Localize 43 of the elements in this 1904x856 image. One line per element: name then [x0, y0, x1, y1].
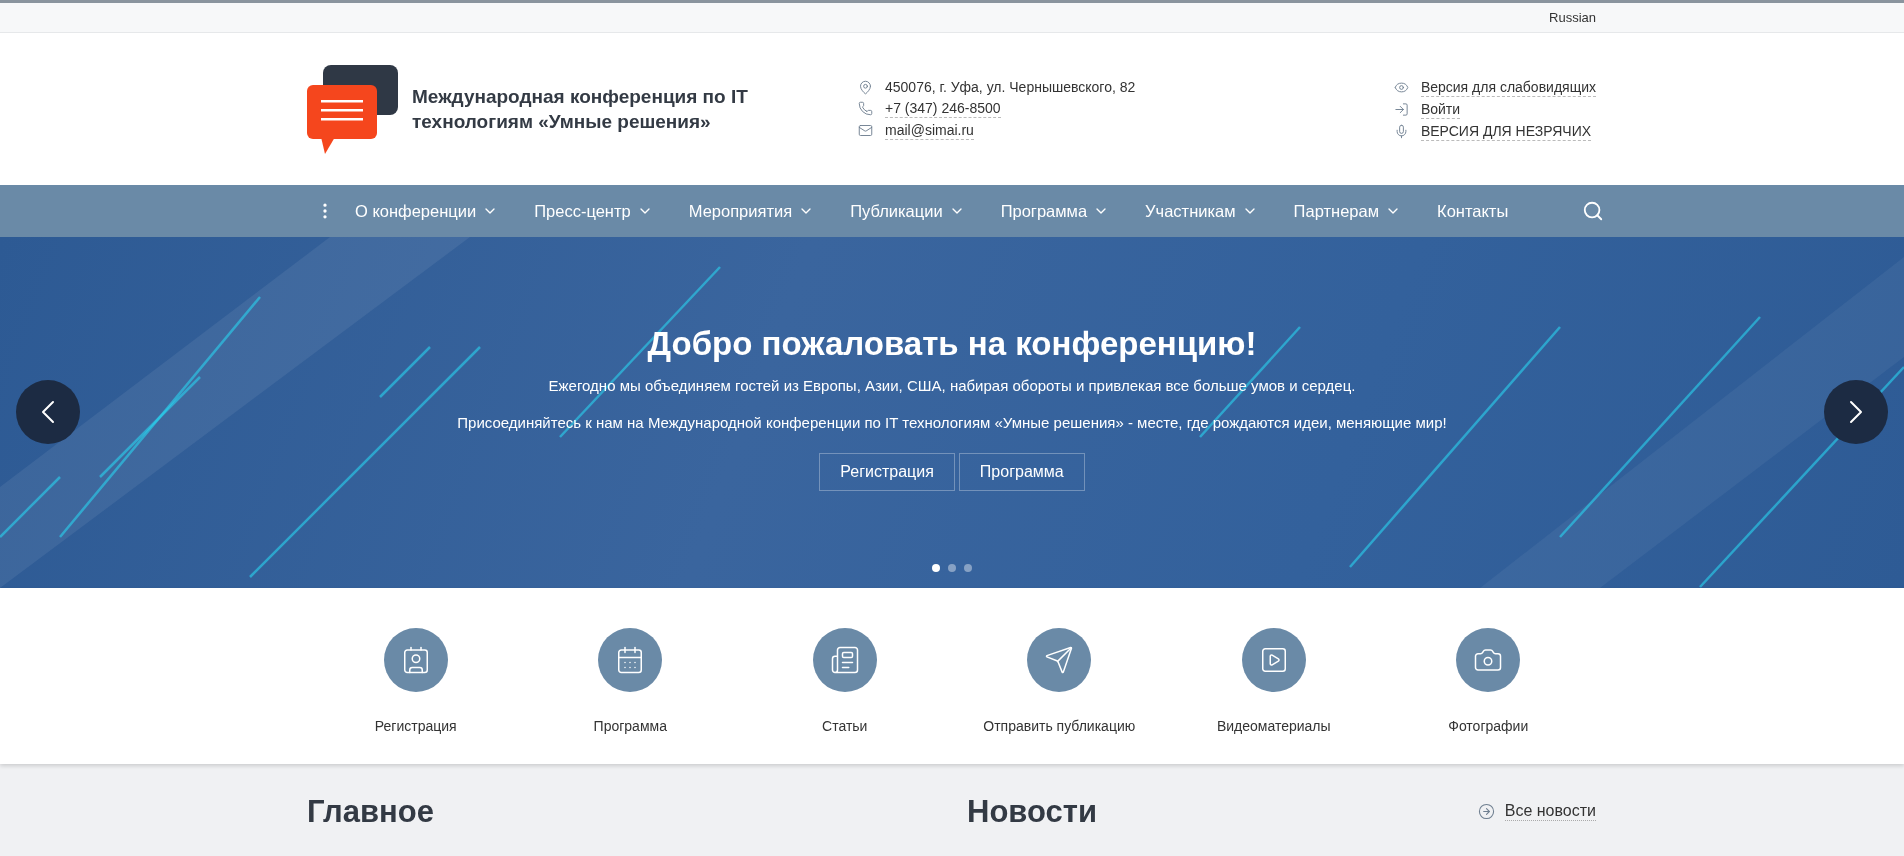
mail-icon — [858, 123, 873, 138]
nav-item[interactable]: Мероприятия — [688, 201, 815, 221]
contact-text: 450076, г. Уфа, ул. Чернышевского, 82 — [885, 78, 1136, 96]
logo-icon — [307, 64, 398, 154]
phone-icon — [858, 101, 873, 116]
section-heading: Новости — [967, 794, 1097, 830]
header-link[interactable]: Войти — [1420, 99, 1461, 119]
header-link[interactable]: Версия для слабовидящих — [1420, 77, 1596, 97]
quick-link-label[interactable]: Программа — [593, 718, 667, 734]
site-title: Международная конференция по IT технологиям «Умные решения» — [412, 85, 749, 134]
map-pin-icon — [858, 79, 873, 95]
section-heading: Главное — [307, 794, 435, 830]
hero-button[interactable]: Регистрация — [819, 453, 955, 491]
nav-item[interactable]: Программа — [1000, 201, 1110, 221]
nav-item[interactable]: Публикации — [850, 201, 965, 221]
microphone-icon — [1393, 123, 1409, 139]
hero-title: Добро пожаловать на конференцию! — [647, 325, 1257, 363]
login-icon — [1393, 101, 1409, 117]
quick-link-label[interactable]: Фотографии — [1448, 718, 1529, 734]
all-news-link[interactable]: Все новости — [1504, 802, 1596, 821]
nav-item[interactable]: Контакты — [1437, 201, 1509, 221]
quick-link-label[interactable]: Отправить публикацию — [983, 718, 1136, 734]
search-icon[interactable] — [1582, 200, 1604, 222]
quick-link-label[interactable]: Видеоматериалы — [1216, 718, 1331, 734]
hero-text: Присоединяйтесь к нам на Международной конференции по IT технологиям «Умные решения» - месте, где рождаются идеи, меняющие мир! — [457, 414, 1447, 431]
quick-link-label[interactable]: Регистрация — [374, 718, 457, 734]
hero-text: Ежегодно мы объединяем гостей из Европы, Азии, США, набирая обороты и привлекая все больше умов и сердец. — [548, 377, 1356, 394]
contact-text[interactable]: mail@simai.ru — [885, 121, 974, 140]
slide-dot[interactable] — [932, 564, 940, 572]
nav-item[interactable]: О конференции — [355, 201, 499, 221]
contact-text[interactable]: +7 (347) 246-8500 — [885, 99, 1001, 118]
slide-dot[interactable] — [964, 564, 972, 572]
nav-item[interactable]: Участникам — [1145, 201, 1258, 221]
header-link[interactable]: ВЕРСИЯ ДЛЯ НЕЗРЯЧИХ — [1420, 121, 1592, 141]
nav-item[interactable]: Пресс-центр — [534, 201, 653, 221]
eye-icon — [1393, 79, 1409, 95]
quick-link-label[interactable]: Статьи — [822, 718, 868, 734]
language-link[interactable]: Russian — [1549, 10, 1596, 25]
hero-button[interactable]: Программа — [958, 453, 1085, 491]
nav-item[interactable]: Партнерам — [1293, 201, 1401, 221]
slide-dot[interactable] — [948, 564, 956, 572]
arrow-circle-icon — [1477, 803, 1495, 820]
next-slide-button[interactable] — [1824, 380, 1888, 444]
